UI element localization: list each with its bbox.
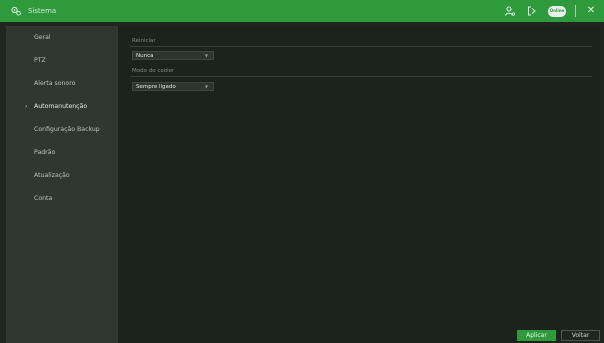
sidebar-item-atualizacao[interactable]: Atualização: [6, 164, 118, 187]
sidebar-item-padrao[interactable]: Padrão: [6, 141, 118, 164]
chevron-down-icon: ▼: [204, 53, 208, 58]
sidebar: Geral PTZ Alerta sonoro › Automanutenção…: [6, 26, 118, 343]
cooler-label: Modo do cooler: [132, 68, 175, 74]
title-separator: [575, 5, 576, 17]
close-icon[interactable]: ✕: [584, 4, 598, 18]
reiniciar-value: Nunca: [136, 52, 154, 59]
sidebar-item-label: Automanutenção: [34, 103, 88, 110]
reiniciar-label: Reiniciar: [132, 38, 156, 44]
reiniciar-select[interactable]: Nunca ▼: [132, 51, 214, 60]
divider: [130, 76, 592, 77]
user-icon[interactable]: [503, 4, 517, 18]
sidebar-item-label: PTZ: [34, 57, 46, 64]
apply-button[interactable]: Aplicar: [517, 330, 556, 341]
sidebar-item-ptz[interactable]: PTZ: [6, 49, 118, 72]
divider: [130, 46, 592, 47]
sidebar-item-configuracao-backup[interactable]: Configuração Backup: [6, 118, 118, 141]
sidebar-item-automanutencao[interactable]: › Automanutenção: [6, 95, 118, 118]
logout-icon[interactable]: [525, 4, 539, 18]
sidebar-item-conta[interactable]: Conta: [6, 187, 118, 210]
title-bar: Sistema Online ✕: [0, 0, 604, 22]
sidebar-item-label: Padrão: [34, 149, 56, 156]
sidebar-item-label: Alerta sonoro: [34, 80, 76, 87]
cooler-mode-select[interactable]: Sempre ligado ▼: [132, 82, 214, 91]
sidebar-item-geral[interactable]: Geral: [6, 26, 118, 49]
chevron-down-icon: ▼: [204, 84, 208, 89]
gears-icon: [10, 5, 22, 17]
sidebar-item-label: Atualização: [34, 172, 70, 179]
cloud-badge-text: Online: [548, 5, 566, 17]
title-actions: Online ✕: [503, 0, 598, 22]
sidebar-item-label: Configuração Backup: [34, 126, 100, 133]
sidebar-item-label: Conta: [34, 195, 53, 202]
back-button[interactable]: Voltar: [561, 330, 600, 341]
system-settings-window: Sistema Online ✕ Geral PTZ Alerta sonoro…: [0, 0, 604, 343]
chevron-right-icon: ›: [25, 103, 28, 110]
cloud-badge-icon[interactable]: Online: [547, 4, 567, 18]
sidebar-item-alerta-sonoro[interactable]: Alerta sonoro: [6, 72, 118, 95]
cooler-mode-value: Sempre ligado: [136, 83, 176, 90]
window-title: Sistema: [28, 7, 57, 15]
main-content: Reiniciar Nunca ▼ Modo do cooler Sempre …: [118, 26, 600, 343]
sidebar-item-label: Geral: [34, 34, 51, 41]
